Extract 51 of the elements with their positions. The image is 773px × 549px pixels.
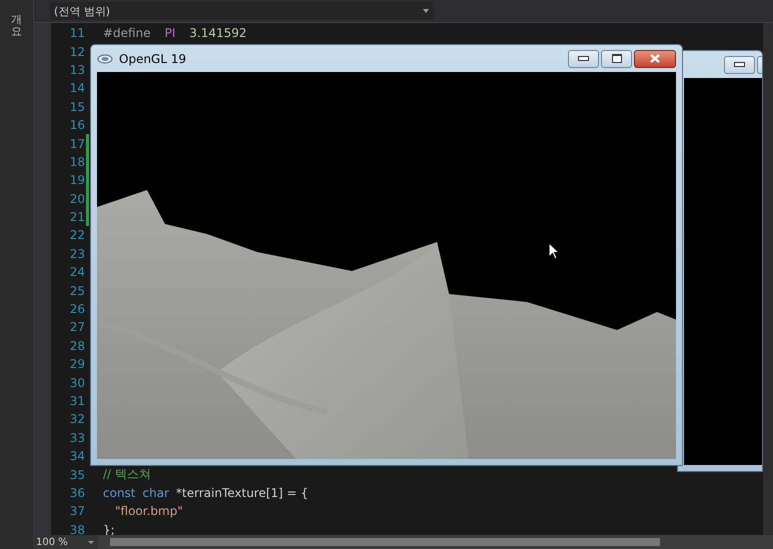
line-number: 38 xyxy=(68,522,85,537)
line-number: 15 xyxy=(68,100,85,114)
line-number: 27 xyxy=(68,320,85,334)
line-number: 34 xyxy=(68,449,85,464)
line-number: 11 xyxy=(68,26,85,40)
minimize-button[interactable] xyxy=(568,50,599,68)
minimize-button[interactable] xyxy=(724,56,755,74)
number-literal: 3.141592 xyxy=(189,26,247,40)
line-number: 14 xyxy=(68,81,85,96)
line-number: 20 xyxy=(68,192,85,206)
line-number: 29 xyxy=(68,357,85,372)
line-number: 28 xyxy=(68,338,85,353)
mouse-cursor-icon xyxy=(548,242,560,260)
line-number: 21 xyxy=(68,210,85,224)
line-number: 13 xyxy=(68,62,85,77)
line-number: 31 xyxy=(68,394,85,408)
line-number: 37 xyxy=(68,504,85,518)
code-keyword: const xyxy=(103,486,136,500)
code-text: *terrainTexture[1] = { xyxy=(176,486,308,500)
line-number: 24 xyxy=(68,265,85,280)
line-number: 22 xyxy=(68,228,85,242)
line-number: 23 xyxy=(68,246,85,261)
line-number: 19 xyxy=(68,173,85,188)
line-number: 26 xyxy=(68,302,85,316)
string-literal: "floor.bmp" xyxy=(115,504,183,518)
close-icon xyxy=(649,54,661,63)
app-icon xyxy=(97,54,113,64)
scope-dropdown[interactable]: (전역 범위) xyxy=(50,2,433,20)
window-title: OpenGL 19 xyxy=(119,52,186,66)
line-number: 16 xyxy=(68,118,85,132)
close-button[interactable] xyxy=(634,50,676,68)
caret-icon xyxy=(88,540,94,544)
line-number: 33 xyxy=(68,430,85,445)
horizontal-scrollbar[interactable] xyxy=(98,535,773,549)
outline-tab[interactable]: 개요 xyxy=(11,14,22,549)
line-number: 12 xyxy=(68,44,85,59)
code-comment: // 텍스쳐 xyxy=(103,466,151,484)
line-number: 35 xyxy=(68,468,85,482)
line-number: 18 xyxy=(68,154,85,169)
macro-name: PI xyxy=(164,26,176,40)
line-number: 30 xyxy=(68,376,85,390)
vertical-scrollbar[interactable] xyxy=(763,23,773,535)
line-number: 36 xyxy=(68,486,85,500)
zoom-dropdown[interactable]: 100 % xyxy=(34,535,98,549)
line-number: 25 xyxy=(68,284,85,298)
caret-icon xyxy=(423,9,429,13)
preprocessor-directive: #define xyxy=(103,26,151,40)
line-number: 17 xyxy=(68,136,85,151)
code-keyword: char xyxy=(142,486,170,500)
line-number: 32 xyxy=(68,412,85,426)
maximize-button[interactable] xyxy=(601,50,632,68)
